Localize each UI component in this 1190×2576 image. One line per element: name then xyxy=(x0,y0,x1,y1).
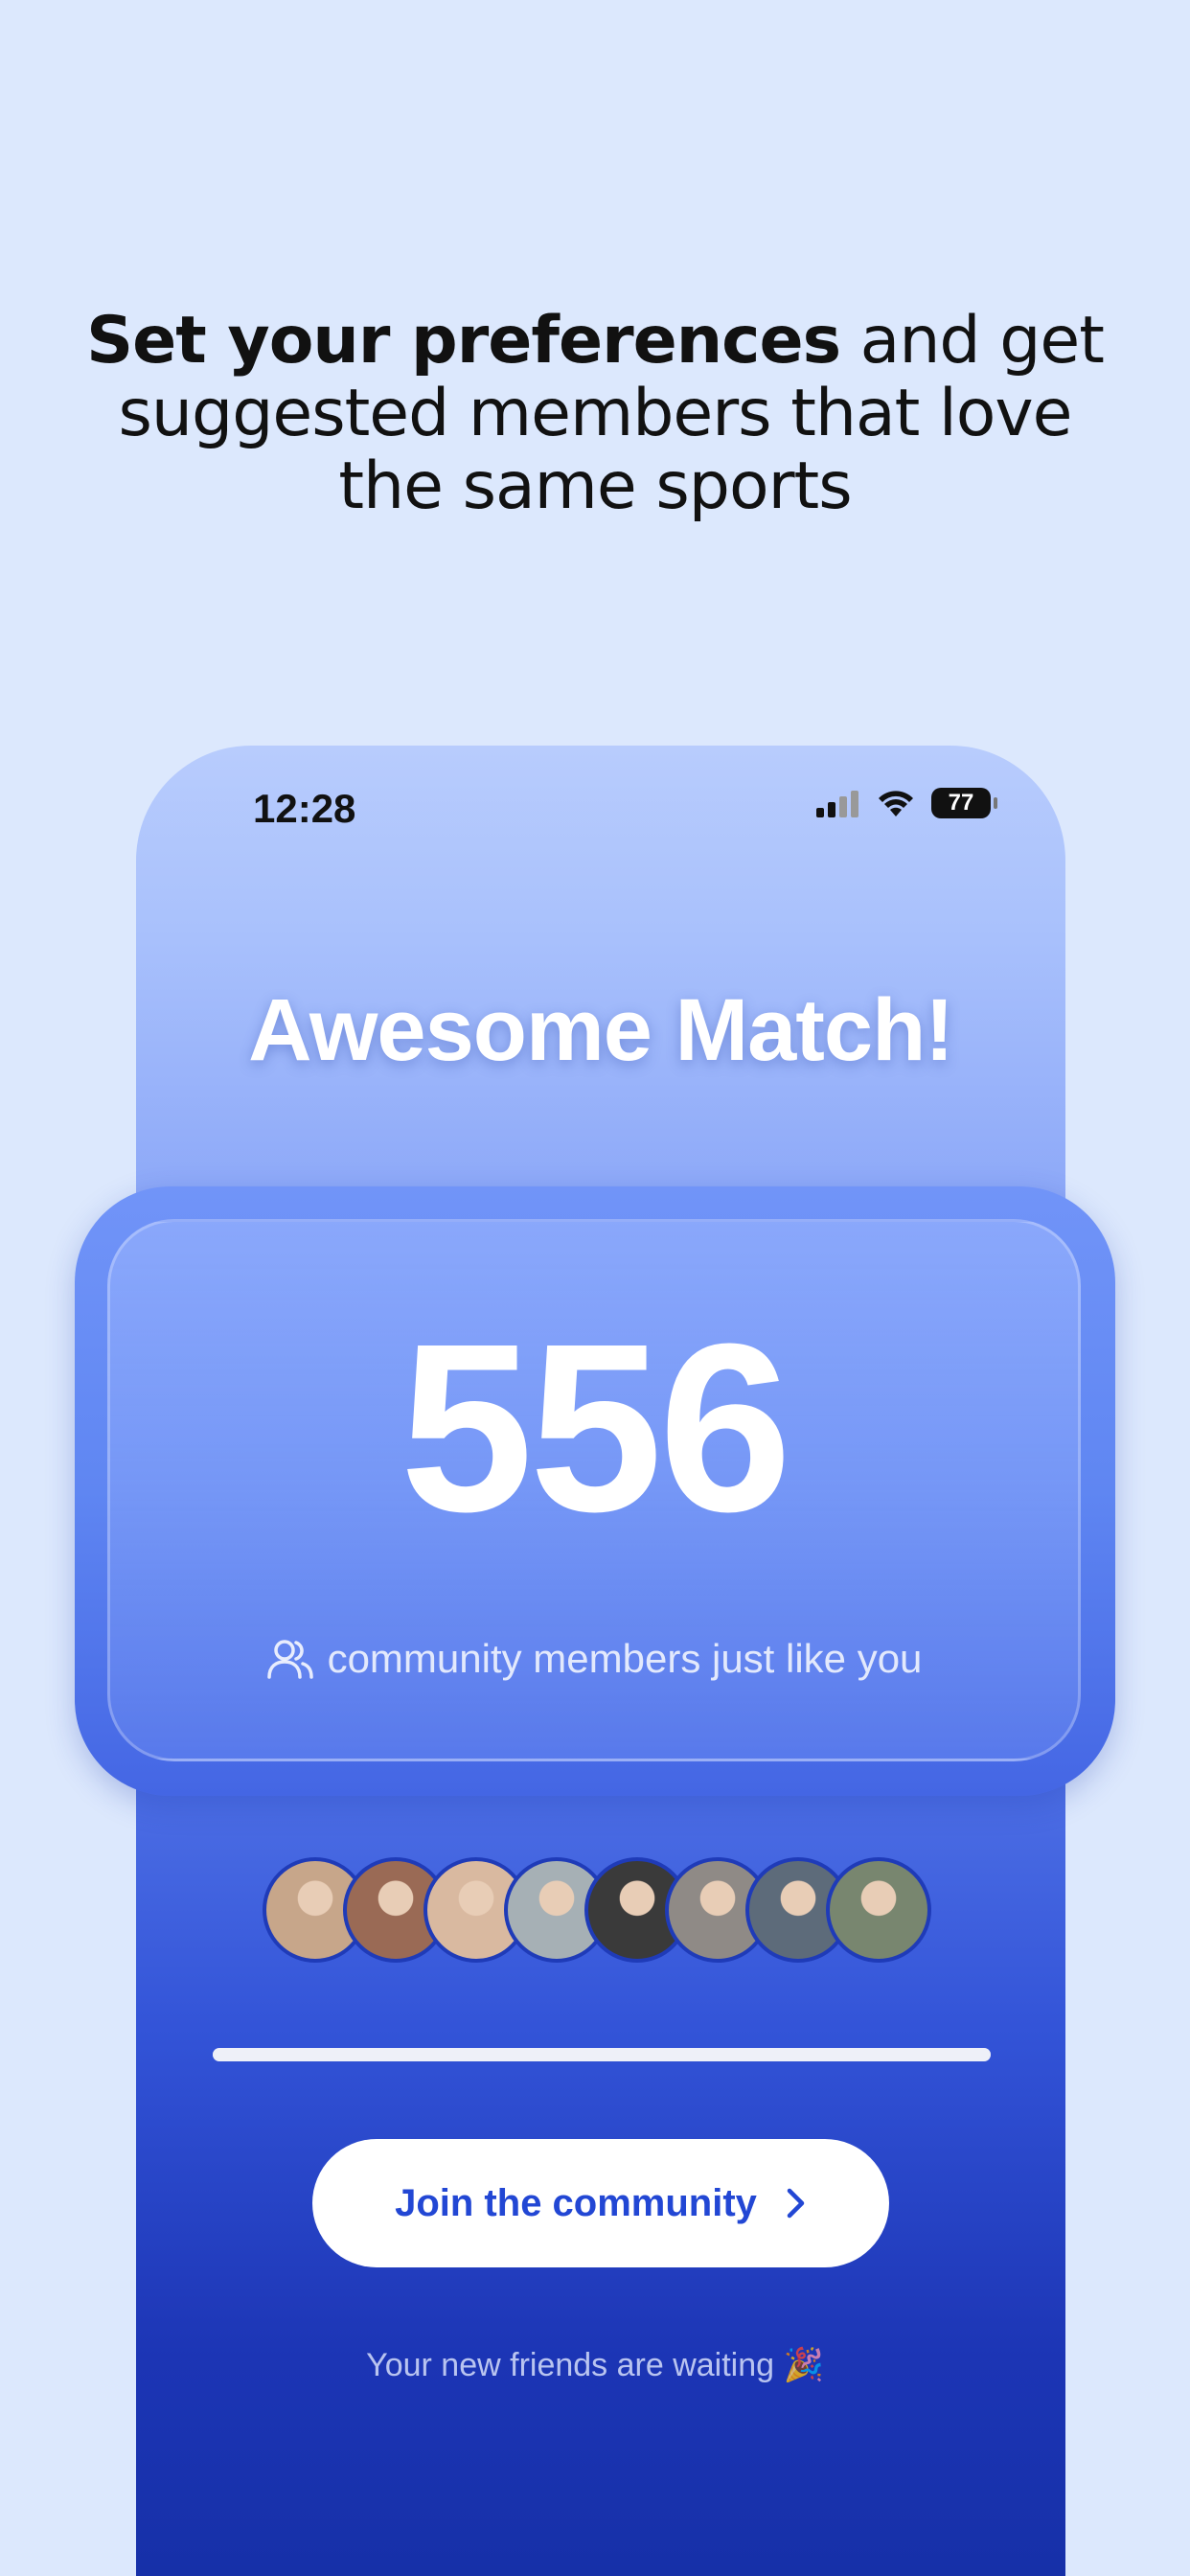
match-card-inner: 556 community members just like you xyxy=(107,1219,1081,1761)
wifi-icon xyxy=(879,791,913,816)
members-caption: community members just like you xyxy=(327,1636,923,1681)
signal-icon xyxy=(816,791,858,817)
match-count: 556 xyxy=(400,1294,791,1561)
battery-icon: 77 xyxy=(931,788,997,818)
match-title: Awesome Match! xyxy=(248,981,954,1079)
progress-bar-fill xyxy=(213,2048,991,2061)
avatar-stack xyxy=(263,1857,931,1968)
chevron-right-icon xyxy=(787,2188,805,2219)
status-icons: 77 xyxy=(816,788,997,818)
footnote: Your new friends are waiting 🎉 xyxy=(366,2347,824,2383)
match-card: 556 community members just like you xyxy=(75,1186,1115,1796)
users-icon xyxy=(266,1640,313,1679)
progress-bar xyxy=(213,2048,991,2061)
member-avatar xyxy=(826,1857,931,1963)
headline-bold: Set your preferences xyxy=(86,303,841,379)
join-community-label: Join the community xyxy=(395,2181,757,2224)
status-time: 12:28 xyxy=(253,786,356,831)
join-community-button[interactable]: Join the community xyxy=(312,2139,889,2267)
members-caption-row: community members just like you xyxy=(110,1636,1078,1682)
onboarding-headline: Set your preferences and get suggested m… xyxy=(57,305,1133,523)
